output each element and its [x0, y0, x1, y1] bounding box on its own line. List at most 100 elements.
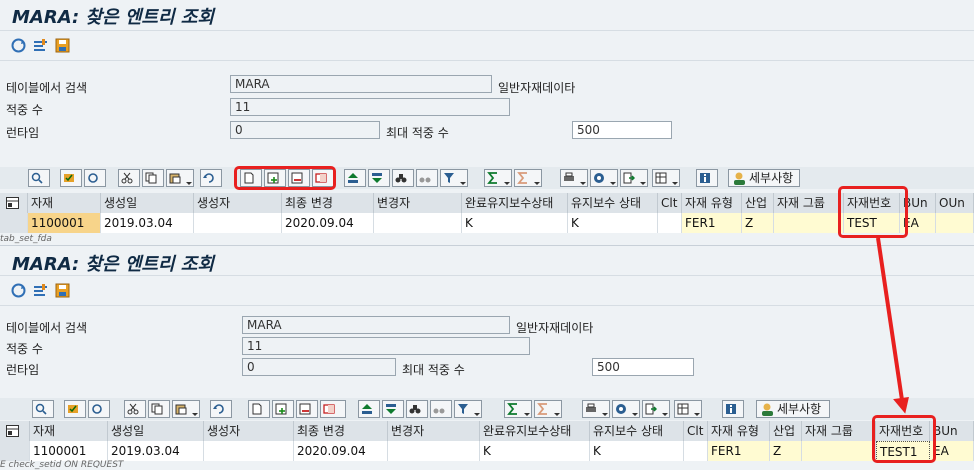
grid-cell[interactable]: K	[480, 441, 590, 461]
cut-button[interactable]	[118, 169, 140, 187]
column-header[interactable]: 자재	[28, 193, 101, 213]
hits-field[interactable]: 11	[230, 98, 510, 116]
grid-cell[interactable]: K	[462, 213, 568, 233]
grid-cell[interactable]	[774, 213, 844, 233]
sort-descending-button[interactable]	[368, 169, 390, 187]
column-header[interactable]: 완료유지보수상태	[480, 421, 590, 441]
column-header[interactable]: 산업	[770, 421, 802, 441]
sort-descending-button[interactable]	[382, 400, 404, 418]
find-button[interactable]	[406, 400, 428, 418]
layout-button[interactable]	[652, 169, 680, 187]
grid-cell[interactable]	[684, 441, 708, 461]
grid-cell[interactable]	[388, 441, 480, 461]
details-view-button[interactable]	[32, 400, 54, 418]
column-header[interactable]: 자재 유형	[682, 193, 742, 213]
column-header[interactable]: 생성일	[101, 193, 194, 213]
sort-ascending-button[interactable]	[358, 400, 380, 418]
undo-button[interactable]	[200, 169, 222, 187]
runtime-field[interactable]: 0	[230, 121, 380, 139]
column-header[interactable]: 자재 유형	[708, 421, 770, 441]
grid-cell[interactable]: FER1	[708, 441, 770, 461]
grid-cell[interactable]: 1100001	[28, 213, 101, 233]
subtotal-button[interactable]	[534, 400, 562, 418]
grid-cell[interactable]	[658, 213, 682, 233]
table-row[interactable]: 1100001 2019.03.04 2020.09.04 K K FER1 Z…	[0, 213, 974, 233]
insert-row-button[interactable]	[272, 400, 294, 418]
column-header[interactable]: 생성일	[108, 421, 204, 441]
column-header[interactable]: 자재 그룹	[774, 193, 844, 213]
total-button[interactable]	[484, 169, 512, 187]
refresh-icon[interactable]	[10, 37, 27, 54]
grid-cell[interactable]: 2019.03.04	[101, 213, 194, 233]
grid-cell[interactable]: K	[590, 441, 684, 461]
grid-cell[interactable]: 2020.09.04	[294, 441, 388, 461]
details-button[interactable]: 세부사항	[756, 400, 830, 418]
info-button[interactable]	[722, 400, 744, 418]
column-header[interactable]: Clt	[658, 193, 682, 213]
layout-button[interactable]	[674, 400, 702, 418]
delete-row-button[interactable]	[296, 400, 318, 418]
column-header[interactable]: 변경자	[388, 421, 480, 441]
refresh-grid-button[interactable]	[88, 400, 110, 418]
runtime-field[interactable]: 0	[242, 358, 396, 376]
column-header[interactable]: Clt	[684, 421, 708, 441]
column-header[interactable]: 생성자	[194, 193, 282, 213]
print-button[interactable]	[582, 400, 610, 418]
paste-button[interactable]	[166, 169, 194, 187]
grid-cell[interactable]	[374, 213, 462, 233]
column-header[interactable]: 완료유지보수상태	[462, 193, 568, 213]
column-header[interactable]: 최종 변경	[294, 421, 388, 441]
hits-field[interactable]: 11	[242, 337, 530, 355]
filter-button[interactable]	[440, 169, 468, 187]
export-button[interactable]	[620, 169, 648, 187]
selection-options-icon[interactable]	[32, 37, 49, 54]
grid-cell[interactable]: Z	[770, 441, 802, 461]
table-name-field[interactable]: MARA	[242, 316, 510, 334]
grid-cell[interactable]: 1100001	[30, 441, 108, 461]
table-name-field[interactable]: MARA	[230, 75, 492, 93]
grid-cell[interactable]: K	[568, 213, 658, 233]
export-button[interactable]	[642, 400, 670, 418]
filter-button[interactable]	[454, 400, 482, 418]
column-header[interactable]: 최종 변경	[282, 193, 374, 213]
table-row[interactable]: 1100001 2019.03.04 2020.09.04 K K FER1 Z…	[0, 441, 974, 461]
selection-options-icon[interactable]	[32, 282, 49, 299]
check-entries-button[interactable]	[64, 400, 86, 418]
views-button[interactable]	[590, 169, 618, 187]
views-button[interactable]	[612, 400, 640, 418]
save-variant-icon[interactable]	[54, 282, 71, 299]
grid-cell[interactable]	[936, 213, 974, 233]
grid-cell[interactable]	[204, 441, 294, 461]
column-header[interactable]: 변경자	[374, 193, 462, 213]
grid-cell[interactable]	[194, 213, 282, 233]
grid-cell[interactable]: 2019.03.04	[108, 441, 204, 461]
info-button[interactable]	[696, 169, 718, 187]
column-header[interactable]: 유지보수 상태	[568, 193, 658, 213]
row-selector[interactable]	[0, 441, 30, 461]
paste-button[interactable]	[172, 400, 200, 418]
max-hits-field[interactable]: 500	[592, 358, 694, 376]
column-header[interactable]: 자재 그룹	[802, 421, 876, 441]
cut-button[interactable]	[124, 400, 146, 418]
max-hits-field[interactable]: 500	[572, 121, 672, 139]
grid-cell[interactable]: FER1	[682, 213, 742, 233]
details-view-button[interactable]	[28, 169, 50, 187]
column-header[interactable]: 산업	[742, 193, 774, 213]
find-button[interactable]	[392, 169, 414, 187]
select-all-button[interactable]	[0, 421, 30, 441]
row-selector[interactable]	[0, 213, 28, 233]
column-header[interactable]: OUn	[936, 193, 974, 213]
refresh-icon[interactable]	[10, 282, 27, 299]
copy-button[interactable]	[142, 169, 164, 187]
sort-ascending-button[interactable]	[344, 169, 366, 187]
column-header[interactable]: 생성자	[204, 421, 294, 441]
copy-button[interactable]	[148, 400, 170, 418]
append-row-button[interactable]	[248, 400, 270, 418]
check-entries-button[interactable]	[60, 169, 82, 187]
column-header[interactable]: BUn	[930, 421, 974, 441]
find-next-button[interactable]	[416, 169, 438, 187]
select-all-button[interactable]	[0, 193, 28, 213]
grid-cell[interactable]: 2020.09.04	[282, 213, 374, 233]
find-next-button[interactable]	[430, 400, 452, 418]
save-variant-icon[interactable]	[54, 37, 71, 54]
